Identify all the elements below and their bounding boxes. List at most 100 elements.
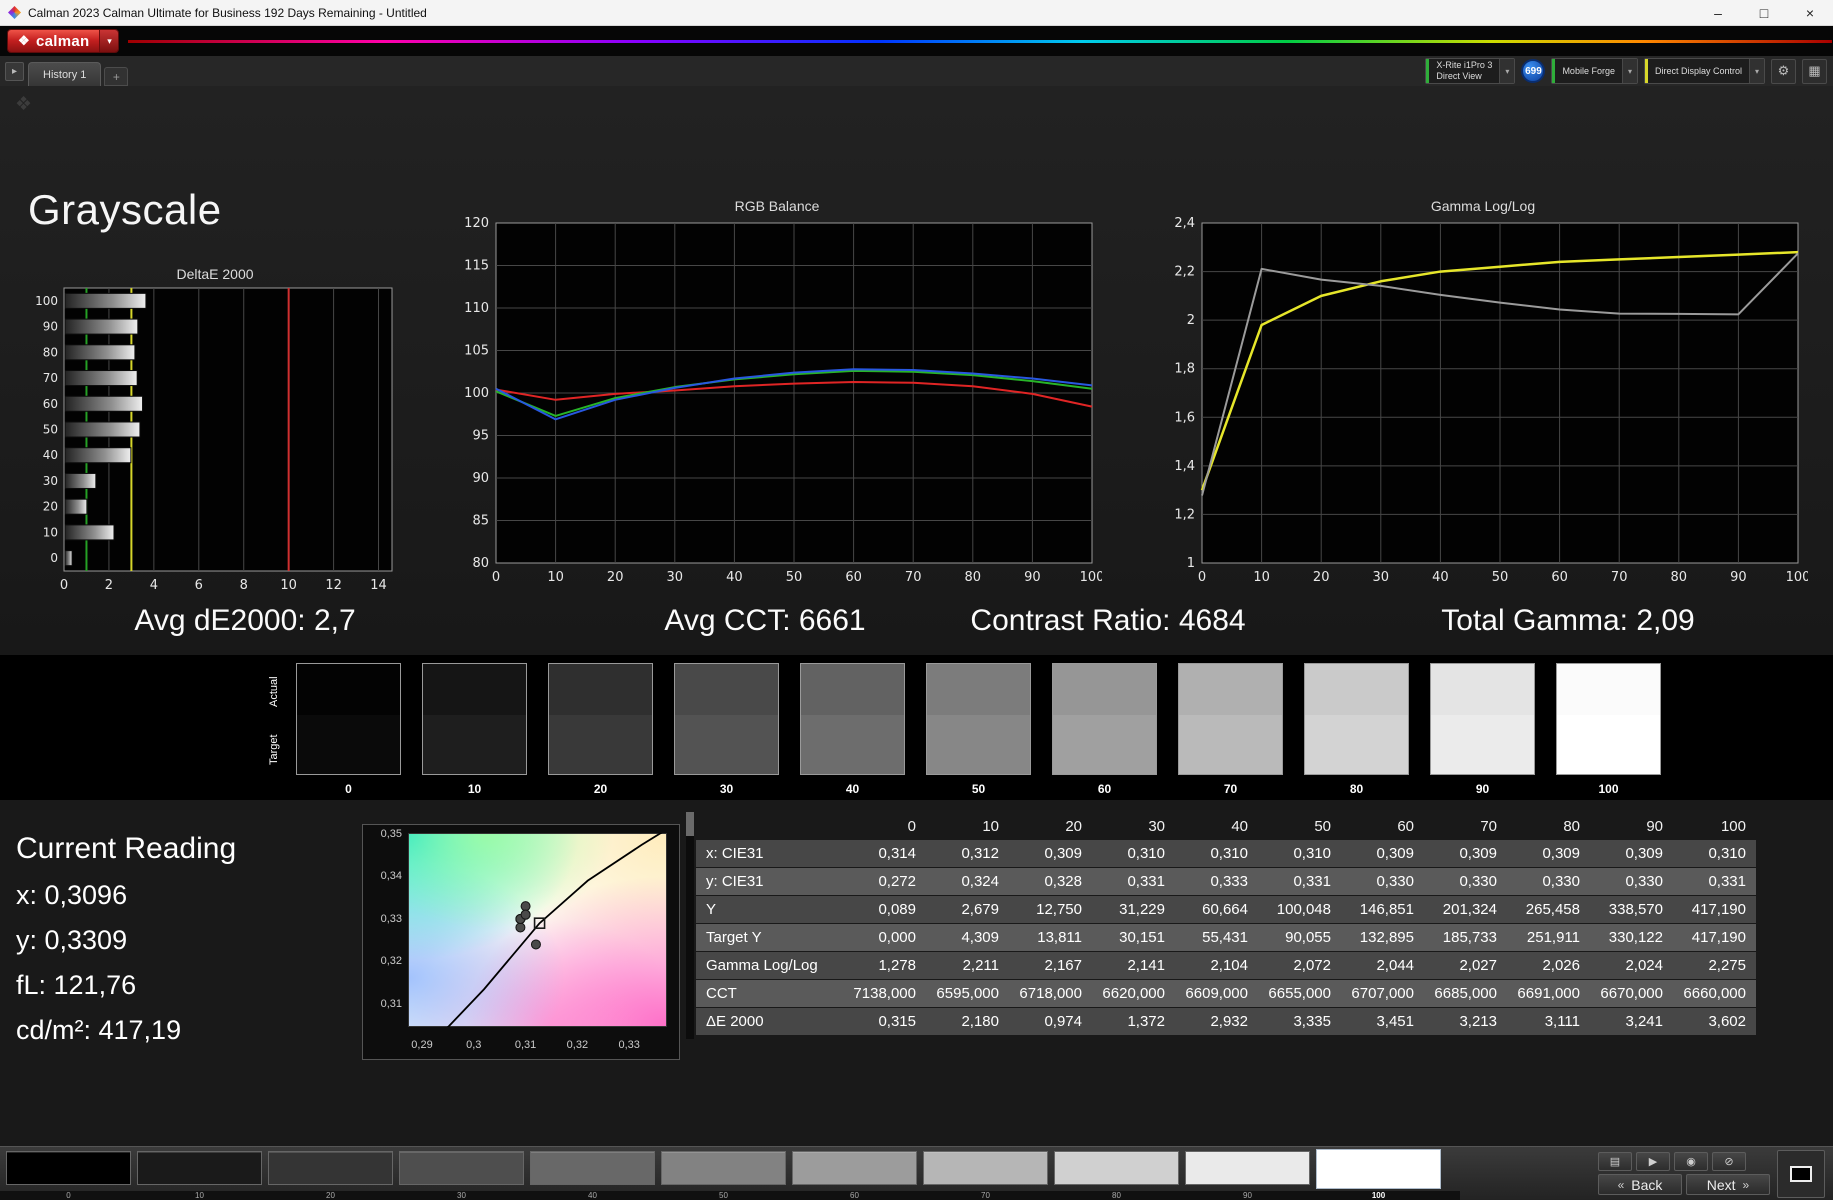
swatch-level-label: 30 xyxy=(719,782,734,796)
maximize-button[interactable]: □ xyxy=(1741,0,1787,25)
display-control-dropdown[interactable]: Direct Display Control ▾ xyxy=(1643,58,1765,84)
pattern-swatch-60[interactable] xyxy=(792,1151,917,1185)
table-cell: 338,570 xyxy=(1608,901,1663,918)
svg-text:30: 30 xyxy=(667,570,684,585)
table-cell: 2,211 xyxy=(962,957,999,974)
meter-name: X-Rite i1Pro 3 xyxy=(1436,60,1493,71)
back-label: Back xyxy=(1631,1176,1663,1193)
table-row: Target Y 0,000 4,309 13,811 30,151 55,431 90,0… xyxy=(696,924,1756,951)
pattern-swatch-0[interactable] xyxy=(6,1151,131,1185)
table-cell: 55,431 xyxy=(1202,929,1248,946)
swatch-level-label: 10 xyxy=(467,782,482,796)
meter-dropdown[interactable]: X-Rite i1Pro 3 Direct View ▾ xyxy=(1425,58,1516,84)
cie-y-tick: 0,32 xyxy=(380,955,402,968)
pattern-swatch-label: 0 xyxy=(66,1191,71,1200)
table-column-header: 60 xyxy=(1397,817,1414,835)
meter-mode: Direct View xyxy=(1436,71,1482,81)
tab-history-1[interactable]: History 1 xyxy=(28,62,102,86)
table-cell: 417,190 xyxy=(1691,929,1746,946)
svg-text:10: 10 xyxy=(547,570,564,585)
table-cell: 2,167 xyxy=(1044,957,1082,974)
table-cell: 0,331 xyxy=(1708,873,1746,890)
svg-text:20: 20 xyxy=(1313,570,1330,585)
table-cell: 0,089 xyxy=(878,901,916,918)
pattern-swatch-10[interactable] xyxy=(137,1151,262,1185)
record-icon[interactable]: ◉ xyxy=(1674,1152,1708,1171)
cie-y-tick: 0,34 xyxy=(380,870,402,883)
table-cell: 6655,000 xyxy=(1268,985,1331,1002)
table-row: Gamma Log/Log 1,278 2,211 2,167 2,141 2,104 2,… xyxy=(696,952,1756,979)
table-cell: 0,330 xyxy=(1625,873,1663,890)
svg-text:50: 50 xyxy=(43,423,58,437)
minimize-button[interactable]: – xyxy=(1695,0,1741,25)
target-row-label: Target xyxy=(268,734,280,766)
svg-text:1,8: 1,8 xyxy=(1174,362,1195,377)
layout-icon[interactable]: ▦ xyxy=(1802,58,1827,84)
table-cell: 0,974 xyxy=(1044,1013,1082,1030)
gear-icon[interactable]: ⚙ xyxy=(1771,58,1796,84)
play-icon[interactable]: ▶ xyxy=(1636,1152,1670,1171)
pattern-swatch-20[interactable] xyxy=(268,1151,393,1185)
next-button[interactable]: Next » xyxy=(1686,1174,1770,1195)
table-cell: 0,272 xyxy=(878,873,916,890)
svg-text:100: 100 xyxy=(464,386,489,401)
tab-scroll-icon[interactable]: ▸ xyxy=(5,62,24,81)
stat-contrast-ratio: Contrast Ratio: 4684 xyxy=(970,604,1246,637)
rgb-balance-chart: RGB Balance 80 85 90 95 100 105 110 115 120 0 10 20… xyxy=(452,198,1104,594)
pattern-swatch-100[interactable] xyxy=(1316,1149,1441,1189)
table-cell: 3,451 xyxy=(1376,1013,1414,1030)
close-button[interactable]: × xyxy=(1787,0,1833,25)
back-button[interactable]: « Back xyxy=(1598,1174,1682,1195)
svg-text:0: 0 xyxy=(50,551,58,565)
snapshot-icon[interactable]: ▤ xyxy=(1598,1152,1632,1171)
table-scrollbar[interactable] xyxy=(686,812,694,1039)
pattern-swatch-40[interactable] xyxy=(530,1151,655,1185)
svg-text:20: 20 xyxy=(43,500,58,514)
svg-text:40: 40 xyxy=(43,448,58,462)
table-row: Y 0,089 2,679 12,750 31,229 60,664 100,048 146,… xyxy=(696,896,1756,923)
calman-menu-button[interactable]: ❖ calman ▾ xyxy=(7,29,120,53)
table-cell: 6620,000 xyxy=(1102,985,1165,1002)
table-cell: 6660,000 xyxy=(1683,985,1746,1002)
pattern-swatch-30[interactable] xyxy=(399,1151,524,1185)
table-column-header: 0 xyxy=(907,817,916,835)
table-column-header: 70 xyxy=(1480,817,1497,835)
table-cell: 0,310 xyxy=(1708,845,1746,862)
swatch-actual xyxy=(423,664,526,715)
pattern-swatch-70[interactable] xyxy=(923,1151,1048,1185)
block-icon[interactable]: ⊘ xyxy=(1712,1152,1746,1171)
table-cell: 0,309 xyxy=(1459,845,1497,862)
gamma-chart-plot: 1 1,2 1,4 1,6 1,8 2 2,2 2,4 0 10 20 30 40 50 60 70 80 90 1… xyxy=(1174,216,1810,585)
swatch-target xyxy=(1305,714,1408,774)
table-cell: 3,213 xyxy=(1459,1013,1497,1030)
reading-fl: fL: 121,76 xyxy=(16,970,137,1000)
table-cell: 2,679 xyxy=(961,901,999,918)
table-cell: 132,895 xyxy=(1359,929,1414,946)
table-scrollbar-handle[interactable] xyxy=(686,812,694,836)
table-cell: 3,241 xyxy=(1625,1013,1663,1030)
svg-text:30: 30 xyxy=(1373,570,1390,585)
table-cell: 417,190 xyxy=(1691,901,1746,918)
svg-text:90: 90 xyxy=(1024,570,1041,585)
pattern-swatch-label: 30 xyxy=(457,1191,466,1200)
cie-x-tick: 0,32 xyxy=(566,1039,589,1051)
display-preview-button[interactable] xyxy=(1777,1150,1825,1198)
source-dropdown[interactable]: Mobile Forge ▾ xyxy=(1551,58,1638,84)
pattern-swatch-90[interactable] xyxy=(1185,1151,1310,1185)
add-tab-button[interactable]: + xyxy=(104,67,129,86)
grayscale-swatch-100: 100 xyxy=(1556,663,1661,796)
table-cell: 146,851 xyxy=(1359,901,1414,918)
pattern-swatch-50[interactable] xyxy=(661,1151,786,1185)
actual-row-label: Actual xyxy=(268,676,280,708)
swatch-box xyxy=(1178,663,1283,775)
pattern-swatch-80[interactable] xyxy=(1054,1151,1179,1185)
table-cell: 0,328 xyxy=(1044,873,1082,890)
swatch-box xyxy=(926,663,1031,775)
table-cell: 6691,000 xyxy=(1517,985,1580,1002)
table-column-header: 40 xyxy=(1231,817,1248,835)
swatch-target xyxy=(297,714,400,774)
swatch-actual xyxy=(549,664,652,715)
pattern-swatch-label: 10 xyxy=(195,1191,204,1200)
svg-text:70: 70 xyxy=(43,371,58,385)
hardware-toolbar: X-Rite i1Pro 3 Direct View ▾ 699 Mobile … xyxy=(1425,58,1827,84)
